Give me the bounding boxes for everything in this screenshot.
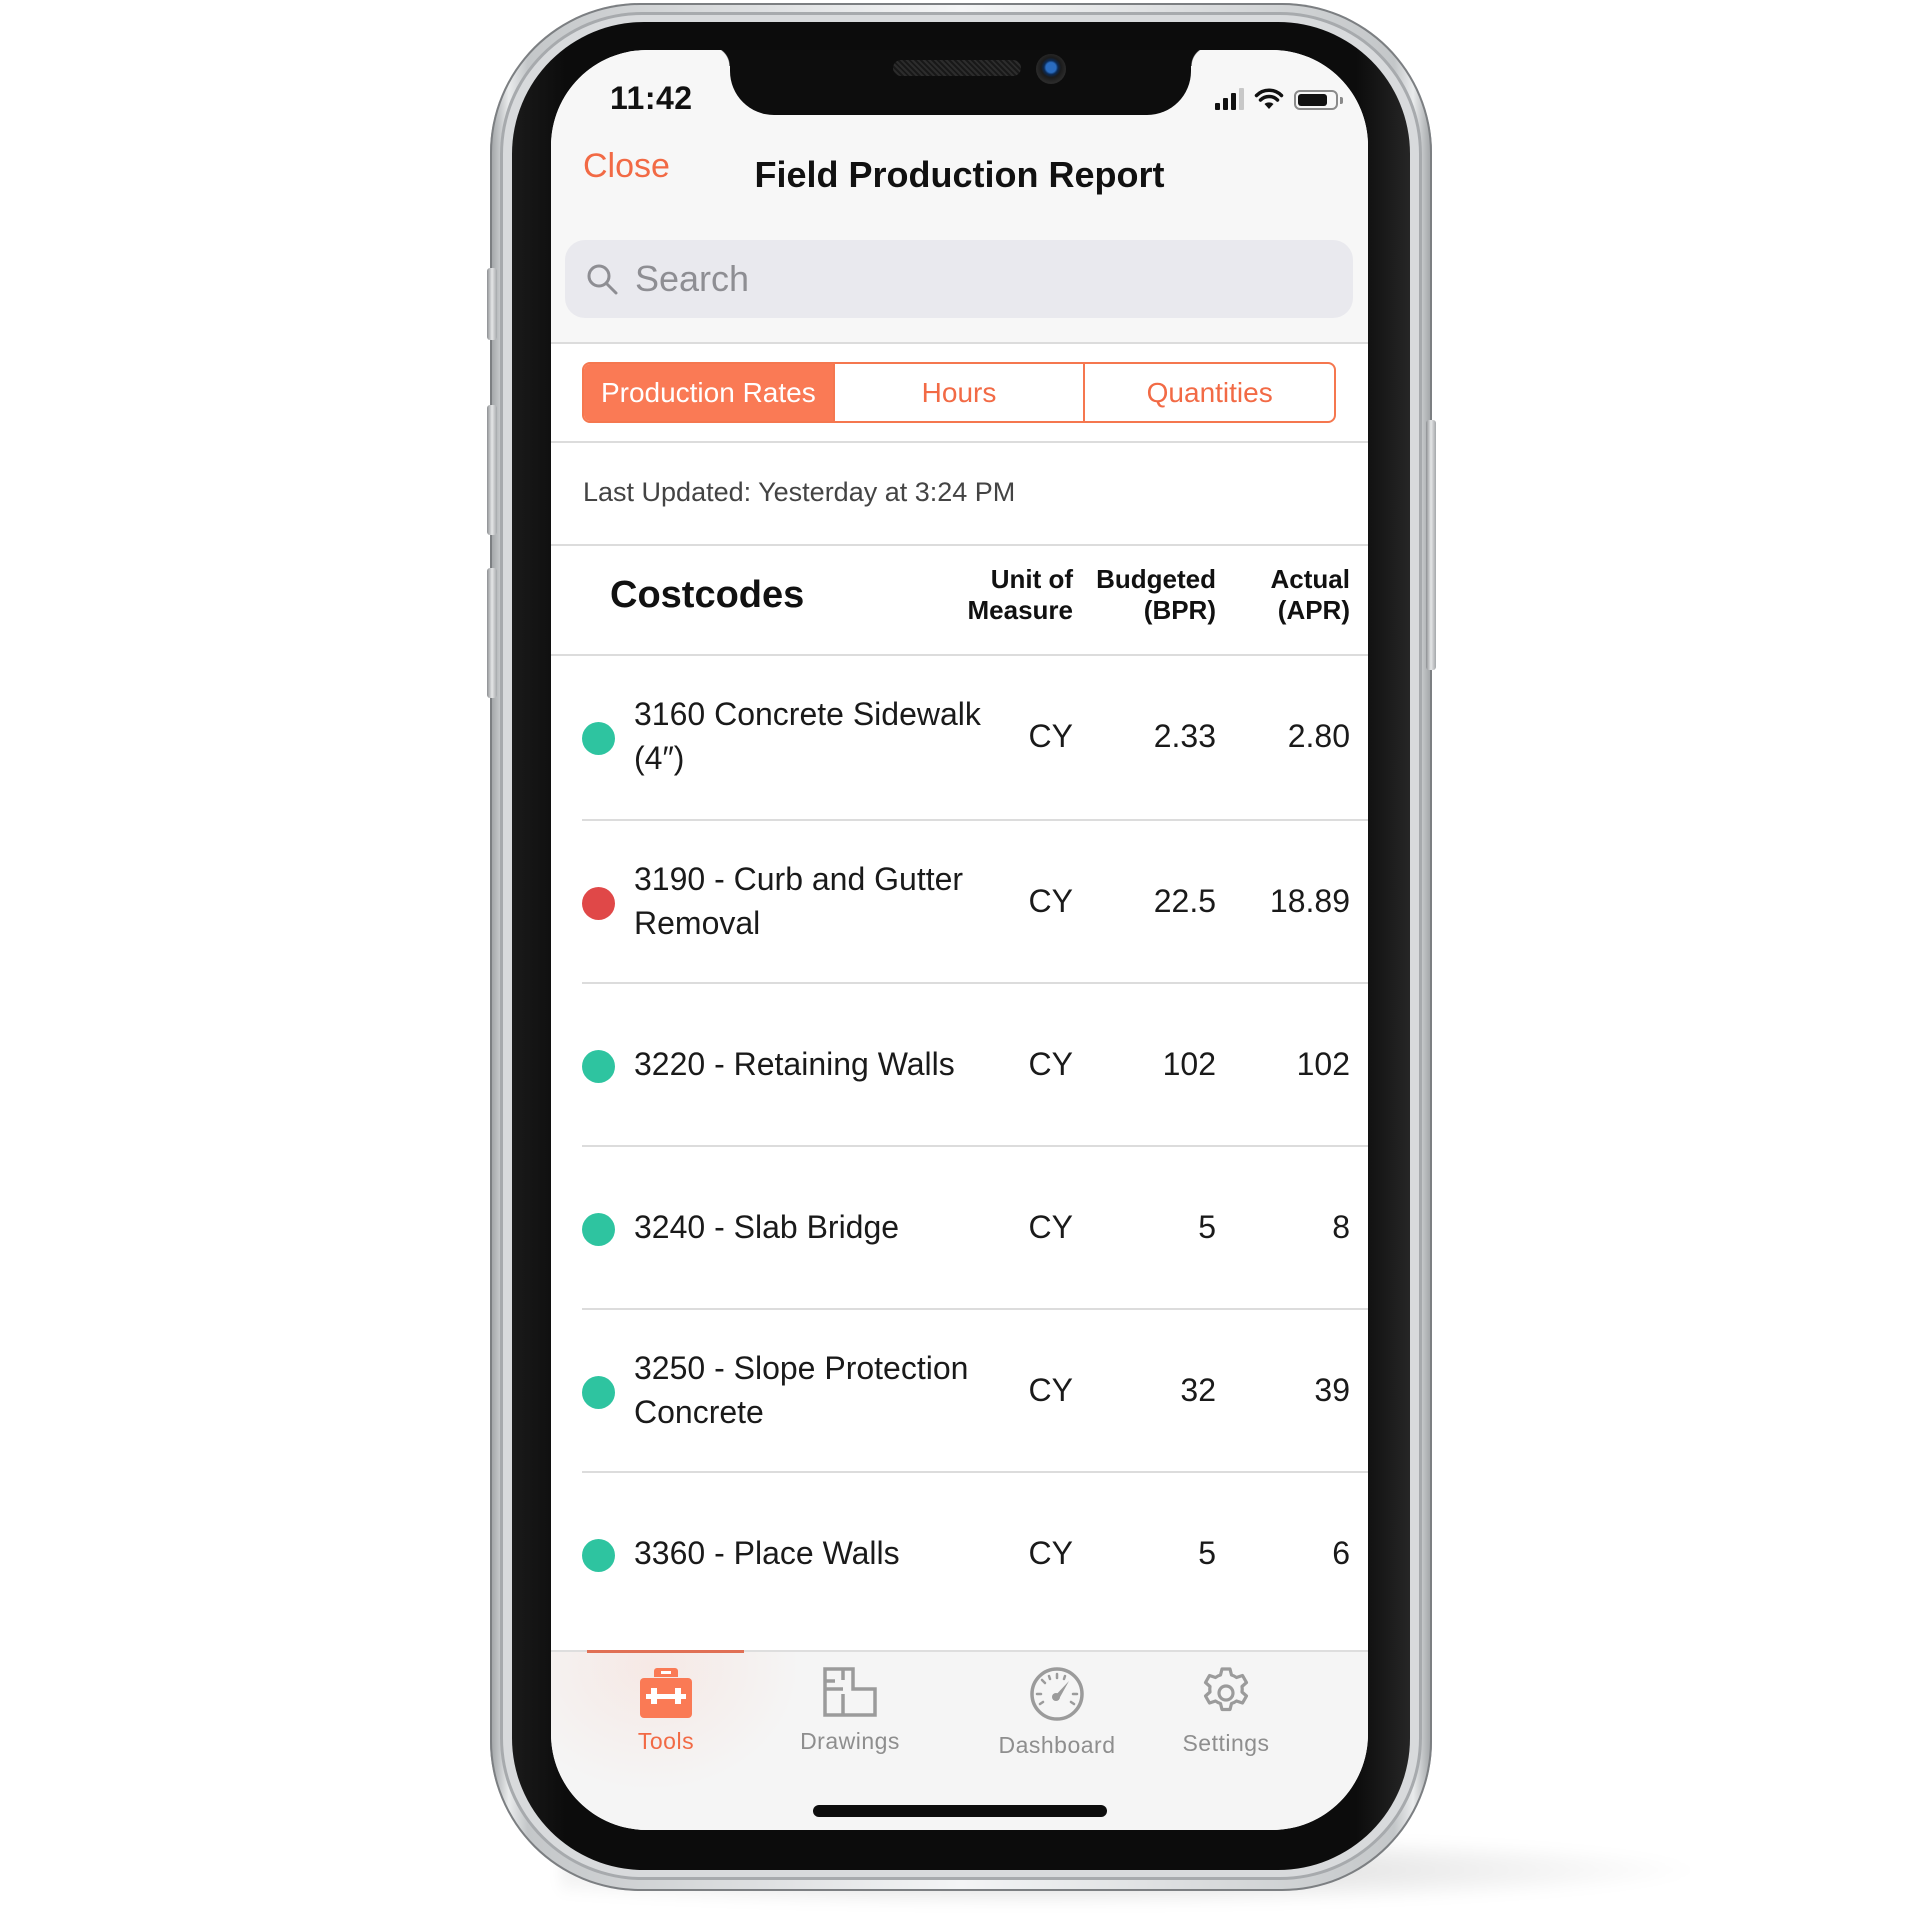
costcode-name: 3360 - Place Walls — [634, 1534, 900, 1571]
costcodes-header: Costcodes — [610, 574, 805, 616]
tab-tools[interactable]: Tools — [566, 1666, 766, 1755]
mute-switch — [487, 268, 497, 340]
unit-cell: CY — [1028, 882, 1073, 919]
costcode-name: 3220 - Retaining Walls — [634, 1045, 955, 1082]
front-camera — [1036, 54, 1066, 84]
floorplan-icon — [823, 1667, 877, 1717]
column-header-budgeted-line1: Budgeted — [1096, 564, 1216, 594]
actual-cell: 6 — [1332, 1534, 1350, 1571]
actual-cell: 39 — [1314, 1371, 1350, 1408]
volume-up-button — [487, 405, 497, 535]
unit-cell: CY — [1028, 1208, 1073, 1245]
column-header-unit: Unit of Measure — [968, 564, 1074, 626]
earpiece-speaker — [893, 60, 1021, 76]
table-row[interactable]: 3250 - Slope Protection Concrete CY 32 3… — [551, 1310, 1368, 1473]
gear-icon — [1203, 1667, 1249, 1712]
cellular-signal-icon — [1215, 88, 1244, 110]
divider — [551, 441, 1368, 443]
actual-cell: 8 — [1332, 1208, 1350, 1245]
table-row[interactable]: 3190 - Curb and Gutter Removal CY 22.5 1… — [551, 821, 1368, 984]
costcode-name: 3160 Concrete Sidewalk (4″) — [634, 695, 981, 776]
budgeted-cell: 22.5 — [1153, 882, 1216, 919]
actual-cell: 18.89 — [1269, 882, 1350, 919]
status-time: 11:42 — [610, 80, 693, 116]
status-icons — [1215, 88, 1343, 110]
toolbox-icon — [640, 1668, 692, 1718]
column-header-budgeted-line2: (BPR) — [1143, 595, 1216, 625]
tab-bar: Tools Drawings Dashboard Settings — [551, 1650, 1368, 1830]
phone-screen: 11:42 Field Production Report Close Prod… — [551, 50, 1368, 1830]
costcode-name: 3240 - Slab Bridge — [634, 1208, 900, 1245]
search-bar[interactable] — [565, 240, 1353, 318]
report-type-segmented-control: Production Rates Hours Quantities — [582, 362, 1336, 423]
column-header-actual: Actual (APR) — [1271, 564, 1350, 626]
status-dot — [582, 886, 615, 920]
search-icon — [587, 264, 618, 295]
battery-level — [1298, 94, 1327, 106]
home-indicator[interactable] — [813, 1805, 1107, 1817]
speedometer-icon — [1030, 1667, 1084, 1721]
column-header-actual-line2: (APR) — [1277, 595, 1350, 625]
table-row[interactable]: 3160 Concrete Sidewalk (4″) CY 2.33 2.80 — [551, 656, 1368, 819]
tab-label: Settings — [1182, 1730, 1270, 1756]
power-button — [1426, 420, 1436, 670]
page-title: Field Production Report — [754, 154, 1165, 195]
unit-cell: CY — [1028, 1045, 1073, 1082]
table-row[interactable]: 3360 - Place Walls CY 5 6 — [551, 1473, 1368, 1636]
table-row[interactable]: 3240 - Slab Bridge CY 5 8 — [551, 1147, 1368, 1310]
battery-icon — [1294, 90, 1343, 110]
column-header-actual-line1: Actual — [1270, 564, 1350, 594]
search-input[interactable] — [633, 257, 1317, 301]
close-button[interactable]: Close — [583, 147, 670, 186]
budgeted-cell: 5 — [1198, 1534, 1216, 1571]
unit-cell: CY — [1028, 1371, 1073, 1408]
status-dot — [582, 1538, 615, 1572]
tab-drawings[interactable]: Drawings — [750, 1666, 950, 1755]
tab-settings[interactable]: Settings — [1126, 1666, 1326, 1757]
budgeted-cell: 5 — [1198, 1208, 1216, 1245]
signal-bar — [1239, 88, 1244, 110]
segment-hours[interactable]: Hours — [832, 364, 1084, 421]
budgeted-cell: 32 — [1180, 1371, 1216, 1408]
notch — [710, 50, 1211, 115]
divider — [551, 342, 1368, 344]
signal-bar — [1231, 93, 1236, 110]
unit-cell: CY — [1028, 1534, 1073, 1571]
actual-cell: 102 — [1296, 1045, 1350, 1082]
column-header-budgeted: Budgeted (BPR) — [1096, 564, 1216, 626]
actual-cell: 2.80 — [1287, 717, 1350, 754]
column-header-unit-line2: Measure — [967, 595, 1074, 625]
status-dot — [582, 1049, 615, 1083]
status-dot — [582, 1375, 615, 1409]
divider — [551, 544, 1368, 546]
tab-label: Tools — [637, 1728, 695, 1754]
unit-cell: CY — [1028, 717, 1073, 754]
budgeted-cell: 2.33 — [1153, 717, 1216, 754]
status-dot — [582, 1212, 615, 1246]
volume-down-button — [487, 568, 497, 698]
signal-bar — [1215, 103, 1220, 110]
costcode-name: 3190 - Curb and Gutter Removal — [634, 860, 964, 941]
tab-label: Drawings — [800, 1728, 900, 1754]
status-dot — [582, 721, 615, 755]
costcode-name: 3250 - Slope Protection Concrete — [634, 1349, 969, 1430]
battery-nub — [1340, 97, 1343, 104]
segment-production-rates[interactable]: Production Rates — [584, 364, 833, 421]
budgeted-cell: 102 — [1162, 1045, 1216, 1082]
last-updated-text: Last Updated: Yesterday at 3:24 PM — [583, 477, 1016, 507]
table-row[interactable]: 3220 - Retaining Walls CY 102 102 — [551, 984, 1368, 1147]
active-tab-indicator — [587, 1650, 744, 1653]
column-header-unit-line1: Unit of — [990, 564, 1073, 594]
segment-quantities[interactable]: Quantities — [1083, 364, 1334, 421]
wifi-icon — [1254, 88, 1284, 109]
signal-bar — [1223, 98, 1228, 110]
